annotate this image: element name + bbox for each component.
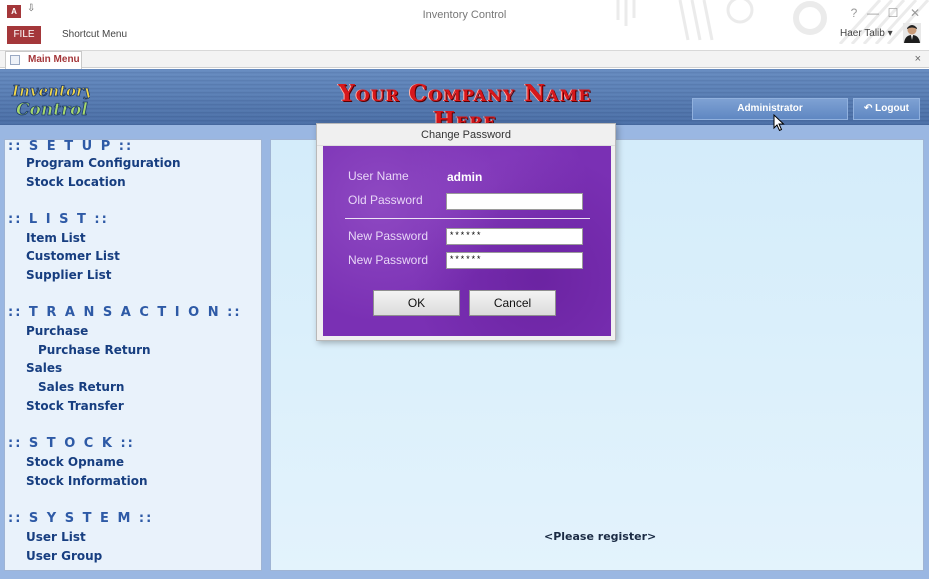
menu-item-stock-opname[interactable]: Stock Opname — [26, 455, 124, 469]
register-notice: <Please register> — [544, 530, 657, 543]
close-icon[interactable]: ✕ — [908, 6, 922, 20]
menu-item-customer-list[interactable]: Customer List — [26, 249, 120, 263]
menu-item-program-configuration[interactable]: Program Configuration — [26, 156, 181, 170]
menu-item-purchase-return[interactable]: Purchase Return — [38, 343, 151, 357]
menu-item-stock-location[interactable]: Stock Location — [26, 175, 126, 189]
menu-item-sales[interactable]: Sales — [26, 361, 62, 375]
ok-button[interactable]: OK — [373, 290, 460, 316]
section-header-transaction: :: T R A N S A C T I O N :: — [8, 305, 242, 320]
change-password-dialog: Change Password User Name admin Old Pass… — [316, 123, 616, 341]
form-icon — [10, 55, 20, 65]
user-name-label: User Name — [348, 169, 409, 183]
logout-label: Logout — [875, 103, 910, 114]
menu-item-supplier-list[interactable]: Supplier List — [26, 268, 111, 282]
section-header-system: :: S Y S T E M :: — [8, 511, 154, 526]
cancel-button[interactable]: Cancel — [469, 290, 556, 316]
tab-main-menu[interactable]: Main Menu — [5, 51, 82, 69]
old-password-field[interactable] — [446, 193, 583, 210]
section-header-list: :: L I S T :: — [8, 212, 109, 227]
menu-item-purchase[interactable]: Purchase — [26, 324, 88, 338]
shortcut-menu-tab[interactable]: Shortcut Menu — [62, 29, 127, 40]
user-name-value: admin — [447, 170, 483, 184]
section-header-setup: :: S E T U P :: — [8, 139, 134, 154]
account-user-label: Haer Talib — [840, 28, 885, 39]
menu-item-stock-transfer[interactable]: Stock Transfer — [26, 399, 124, 413]
menu-item-sales-return[interactable]: Sales Return — [38, 380, 124, 394]
account-user-name[interactable]: Haer Talib ▾ — [840, 28, 893, 39]
logout-icon: ↶ — [863, 103, 873, 114]
title-bar: A ⇩ Inventory Control ? — ☐ ✕ FILE Short… — [0, 0, 929, 48]
new-password-label: New Password — [348, 229, 429, 243]
menu-item-user-list[interactable]: User List — [26, 530, 86, 544]
mouse-cursor-icon — [773, 114, 785, 132]
close-document-icon[interactable]: × — [915, 53, 921, 65]
access-window: A ⇩ Inventory Control ? — ☐ ✕ FILE Short… — [0, 0, 929, 579]
menu-item-user-group[interactable]: User Group — [26, 549, 102, 563]
inventory-control-logo: Inventory Control — [11, 82, 90, 119]
old-password-label: Old Password — [348, 193, 423, 207]
confirm-password-label: New Password — [348, 253, 429, 267]
minimize-icon[interactable]: — — [866, 6, 880, 20]
svg-text:Inventory: Inventory — [11, 82, 90, 100]
menu-item-stock-information[interactable]: Stock Information — [26, 474, 148, 488]
dialog-title: Change Password — [317, 124, 615, 146]
administrator-button[interactable]: Administrator — [692, 98, 848, 120]
tab-label: Main Menu — [28, 54, 80, 65]
menu-item-item-list[interactable]: Item List — [26, 231, 86, 245]
section-header-stock: :: S T O C K :: — [8, 436, 135, 451]
confirm-password-field[interactable]: ****** — [446, 252, 583, 269]
maximize-icon[interactable]: ☐ — [886, 6, 900, 20]
dialog-body: User Name admin Old Password New Passwor… — [323, 146, 611, 336]
user-avatar[interactable] — [903, 23, 921, 43]
logout-button[interactable]: ↶ Logout — [853, 98, 920, 120]
svg-text:Control: Control — [16, 100, 88, 119]
new-password-field[interactable]: ****** — [446, 228, 583, 245]
file-tab[interactable]: FILE — [7, 26, 41, 44]
dialog-separator — [345, 218, 590, 219]
chevron-down-icon: ▾ — [887, 28, 893, 39]
document-tab-strip: Main Menu × — [0, 50, 929, 69]
help-icon[interactable]: ? — [847, 6, 861, 20]
